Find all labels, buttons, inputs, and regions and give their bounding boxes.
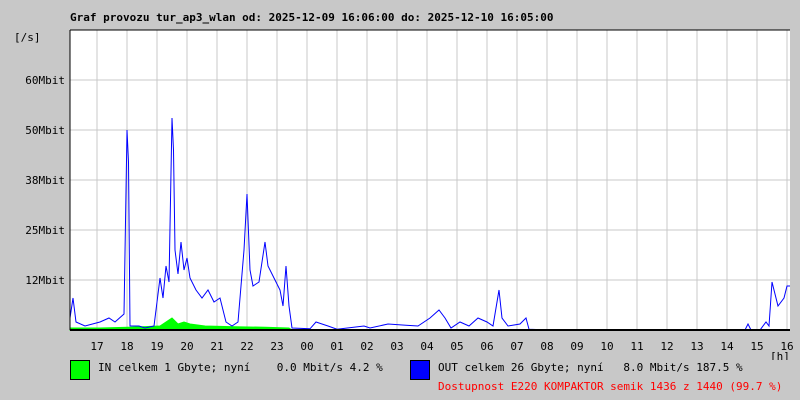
x-tick-label: 19 [150, 340, 163, 353]
availability-text: Dostupnost E220 KOMPAKTOR semik 1436 z 1… [438, 380, 783, 393]
out-legend-swatch [410, 360, 430, 380]
x-tick-label: 09 [570, 340, 583, 353]
x-tick-label: 21 [210, 340, 223, 353]
x-tick-label: 05 [450, 340, 463, 353]
x-tick-label: 16 [780, 340, 793, 353]
x-tick-label: 18 [120, 340, 133, 353]
y-tick-label: 25Mbit [25, 224, 65, 237]
x-tick-label: 01 [330, 340, 343, 353]
x-tick-label: 14 [720, 340, 734, 353]
x-tick-label: 10 [600, 340, 613, 353]
out-legend-text: OUT celkem 26 Gbyte; nyní 8.0 Mbit/s 187… [438, 361, 743, 374]
x-tick-label: 06 [480, 340, 493, 353]
y-tick-label: 50Mbit [25, 124, 65, 137]
x-tick-label: 17 [90, 340, 103, 353]
in-legend-swatch [70, 360, 90, 380]
x-tick-label: 07 [510, 340, 523, 353]
x-tick-label: 00 [300, 340, 313, 353]
x-tick-label: 20 [180, 340, 193, 353]
x-tick-label: 15 [750, 340, 763, 353]
x-tick-label: 11 [630, 340, 643, 353]
x-tick-label: 22 [240, 340, 253, 353]
in-legend-text: IN celkem 1 Gbyte; nyní 0.0 Mbit/s 4.2 % [98, 361, 383, 374]
chart-svg: [/s] [h] 17 18 19 20 21 22 23 00 01 02 03 04 05 06 07 0… [14, 29, 794, 360]
y-axis-label: [/s] [14, 31, 41, 44]
y-tick-label: 12Mbit [25, 274, 65, 287]
x-tick-label: 12 [660, 340, 673, 353]
x-tick-label: 03 [390, 340, 403, 353]
traffic-graph: Graf provozu tur_ap3_wlan od: 2025-12-09… [0, 0, 800, 400]
y-tick-label: 60Mbit [25, 74, 65, 87]
x-tick-label: 23 [270, 340, 283, 353]
x-tick-label: 08 [540, 340, 553, 353]
x-tick-label: 02 [360, 340, 373, 353]
y-tick-label: 38Mbit [25, 174, 65, 187]
x-tick-label: 04 [420, 340, 434, 353]
x-tick-label: 13 [690, 340, 703, 353]
